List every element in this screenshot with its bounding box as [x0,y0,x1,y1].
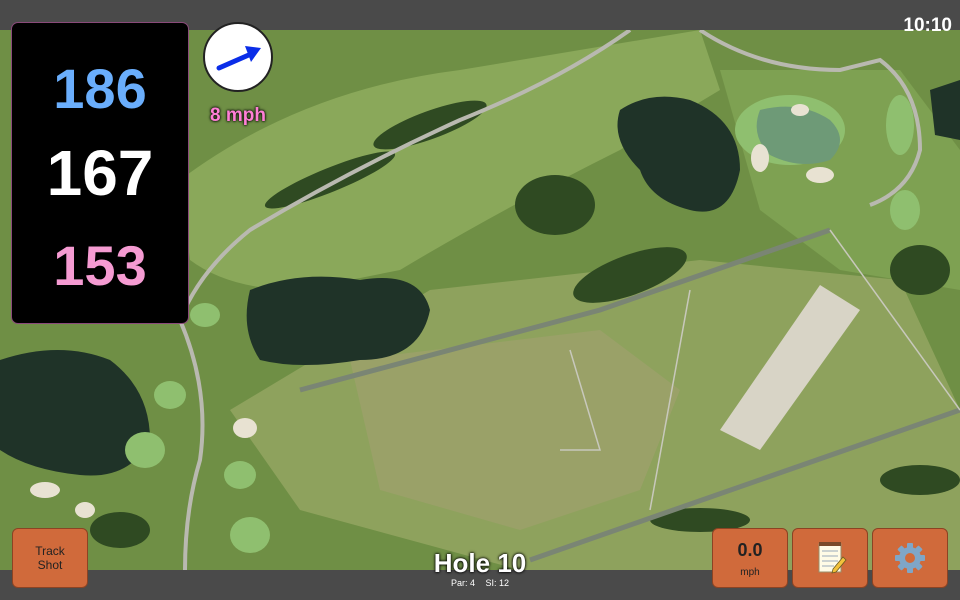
wind-direction-arrow-icon [216,46,261,71]
wind-button-unit: mph [740,567,760,578]
wind-button-value: 0.0 [737,540,763,560]
notepad-icon [818,542,847,574]
wind-speed-button[interactable]: 0.0 mph [712,528,788,588]
clock-time: 10:10 [903,15,952,36]
track-shot-label-line1: Track [35,544,65,558]
notes-button[interactable] [792,528,868,588]
distance-back: 186 [53,57,147,120]
hole-par: Par: 4 [450,578,475,588]
hole-stroke-index: SI: 12 [485,578,510,588]
distance-middle: 167 [46,137,154,209]
distance-front: 153 [53,234,147,297]
gear-icon [895,543,925,573]
wind-speed-label: 8 mph [210,105,266,126]
track-shot-button[interactable]: Track Shot [12,528,88,588]
distance-panel: 186 167 153 [11,22,189,324]
hole-meta: Par: 4 SI: 12 [380,578,580,588]
settings-button[interactable] [872,528,948,588]
track-shot-label-line2: Shot [37,558,63,572]
wind-indicator [203,22,273,92]
hole-title: Hole 10 [433,548,527,578]
